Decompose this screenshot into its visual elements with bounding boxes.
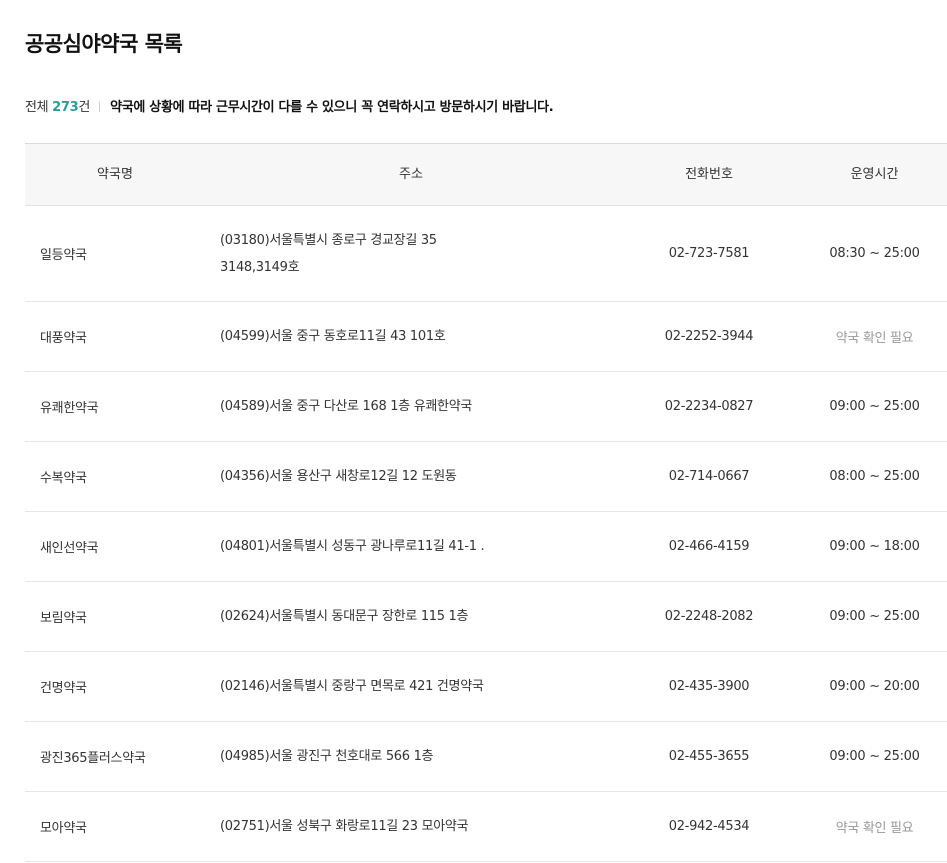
pharmacy-address: (02751)서울 성북구 화랑로11길 23 모아약국 [220, 792, 620, 861]
total-suffix: 건 [78, 100, 91, 115]
address-line: (04801)서울특별시 성동구 광나루로11길 41-1 . [220, 539, 485, 554]
pharmacy-hours: 약국 확인 필요 [835, 331, 914, 346]
pharmacy-address: (04801)서울특별시 성동구 광나루로11길 41-1 . [220, 512, 620, 581]
pharmacy-hours: 08:30 ~ 25:00 [829, 246, 920, 261]
pharmacy-address: (02624)서울특별시 동대문구 장한로 115 1층 [220, 582, 620, 651]
pharmacy-name: 유쾌한약국 [40, 401, 99, 416]
pharmacy-name: 건명약국 [40, 681, 87, 696]
table-row[interactable]: 새인선약국 (04801)서울특별시 성동구 광나루로11길 41-1 . 02-4… [25, 512, 947, 582]
pharmacy-name: 일등약국 [40, 248, 87, 263]
pharmacy-hours: 09:00 ~ 25:00 [829, 399, 920, 414]
pharmacy-hours: 09:00 ~ 25:00 [829, 749, 920, 764]
table-row[interactable]: 건명약국 (02146)서울특별시 중랑구 면목로 421 건명약국 02-435-… [25, 652, 947, 722]
pharmacy-hours: 09:00 ~ 20:00 [829, 679, 920, 694]
pharmacy-phone: 02-455-3655 [668, 749, 750, 764]
table-row[interactable]: 보림약국 (02624)서울특별시 동대문구 장한로 115 1층 02-2248-… [25, 582, 947, 652]
address-line: (04985)서울 광진구 천호대로 566 1층 [220, 749, 434, 764]
pharmacy-phone: 02-942-4534 [668, 819, 750, 834]
pharmacy-hours: 08:00 ~ 25:00 [829, 469, 920, 484]
table-row[interactable]: 수복약국 (04356)서울 용산구 새창로12길 12 도원동 02-714-06… [25, 442, 947, 512]
pharmacy-name: 보림약국 [40, 611, 87, 626]
table-row[interactable]: 광진365플러스약국 (04985)서울 광진구 천호대로 566 1층 02-45… [25, 722, 947, 792]
pharmacy-phone: 02-2248-2082 [664, 609, 754, 624]
address-line: 3148,3149호 [220, 259, 300, 275]
result-summary: 전체 273건 약국에 상황에 따라 근무시간이 다를 수 있으니 꼭 연락하시고… [25, 96, 554, 115]
address-line: (02624)서울특별시 동대문구 장한로 115 1층 [220, 609, 469, 624]
pharmacy-phone: 02-435-3900 [668, 679, 750, 694]
pharmacy-phone: 02-466-4159 [668, 539, 750, 554]
pharmacy-hours: 09:00 ~ 18:00 [829, 539, 920, 554]
address-line: (04599)서울 중구 동호로11길 43 101호 [220, 329, 446, 344]
table-row[interactable]: 일등약국 (03180)서울특별시 종로구 경교장길 35 3148,3149호 02… [25, 206, 947, 302]
pharmacy-address: (04356)서울 용산구 새창로12길 12 도원동 [220, 442, 620, 511]
pharmacy-address: (03180)서울특별시 종로구 경교장길 35 3148,3149호 [220, 206, 620, 301]
pharmacy-address: (04985)서울 광진구 천호대로 566 1층 [220, 722, 620, 791]
address-line: (03180)서울특별시 종로구 경교장길 35 [220, 232, 437, 248]
address-line: (04356)서울 용산구 새창로12길 12 도원동 [220, 469, 457, 484]
column-header-name: 약국명 [25, 144, 205, 205]
pharmacy-address: (04589)서울 중구 다산로 168 1층 유쾌한약국 [220, 372, 620, 441]
total-count: 273 [52, 100, 79, 115]
address-line: (04589)서울 중구 다산로 168 1층 유쾌한약국 [220, 399, 473, 414]
pharmacy-phone: 02-2252-3944 [664, 329, 754, 344]
notice-text: 약국에 상황에 따라 근무시간이 다를 수 있으니 꼭 연락하시고 방문하시기 … [110, 100, 554, 115]
pharmacy-name: 광진365플러스약국 [40, 751, 146, 766]
pharmacy-name: 모아약국 [40, 821, 87, 836]
table-header: 약국명 주소 전화번호 운영시간 [25, 144, 947, 206]
pharmacy-address: (02146)서울특별시 중랑구 면목로 421 건명약국 [220, 652, 620, 721]
column-header-phone: 전화번호 [618, 144, 800, 205]
address-line: (02146)서울특별시 중랑구 면목로 421 건명약국 [220, 679, 484, 694]
pharmacy-table: 약국명 주소 전화번호 운영시간 일등약국 (03180)서울특별시 종로구 경교… [25, 143, 947, 862]
pharmacy-name: 대풍약국 [40, 331, 87, 346]
table-row[interactable]: 유쾌한약국 (04589)서울 중구 다산로 168 1층 유쾌한약국 02-223… [25, 372, 947, 442]
pharmacy-hours: 09:00 ~ 25:00 [829, 609, 920, 624]
table-row[interactable]: 모아약국 (02751)서울 성북구 화랑로11길 23 모아약국 02-942-4… [25, 792, 947, 862]
page-title: 공공심야약국 목록 [25, 32, 183, 56]
summary-divider [99, 101, 101, 112]
pharmacy-hours: 약국 확인 필요 [835, 821, 914, 836]
pharmacy-phone: 02-723-7581 [668, 246, 750, 261]
pharmacy-phone: 02-714-0667 [668, 469, 750, 484]
column-header-address: 주소 [206, 144, 616, 205]
column-header-hours: 운영시간 [802, 144, 947, 205]
total-prefix: 전체 [25, 100, 53, 115]
table-row[interactable]: 대풍약국 (04599)서울 중구 동호로11길 43 101호 02-2252-3… [25, 302, 947, 372]
pharmacy-name: 수복약국 [40, 471, 87, 486]
address-line: (02751)서울 성북구 화랑로11길 23 모아약국 [220, 819, 469, 834]
table-body: 일등약국 (03180)서울특별시 종로구 경교장길 35 3148,3149호 02… [25, 206, 947, 862]
pharmacy-name: 새인선약국 [40, 541, 99, 556]
pharmacy-address: (04599)서울 중구 동호로11길 43 101호 [220, 302, 620, 371]
pharmacy-phone: 02-2234-0827 [664, 399, 754, 414]
